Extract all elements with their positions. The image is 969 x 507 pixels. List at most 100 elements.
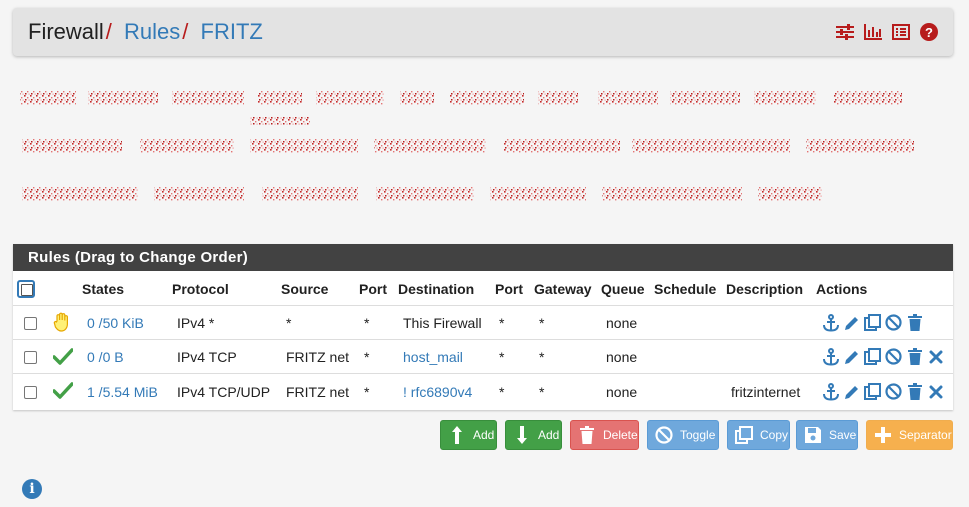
states-link[interactable]: 0 /0 B: [87, 349, 124, 365]
disable-icon[interactable]: [884, 347, 903, 366]
source: FRITZ net: [286, 349, 350, 365]
col-states: States: [82, 281, 125, 297]
select-all-checkbox[interactable]: [17, 280, 35, 298]
copy-icon[interactable]: [863, 347, 882, 366]
edit-icon[interactable]: [842, 347, 861, 366]
anchor-icon[interactable]: [821, 313, 840, 332]
disable-icon[interactable]: [884, 382, 903, 401]
list-icon[interactable]: [891, 22, 911, 42]
copy-label: Copy: [760, 428, 789, 442]
protocol: IPv4 TCP/UDP: [177, 384, 271, 400]
check-icon: [52, 347, 74, 370]
rules-panel: Rules (Drag to Change Order) States Prot…: [13, 244, 953, 410]
queue: none: [606, 315, 638, 331]
gateway: *: [539, 349, 545, 365]
trash-icon: [577, 425, 597, 445]
description: fritzinternet: [731, 384, 801, 400]
info-icon[interactable]: i: [22, 479, 42, 499]
states-link[interactable]: 0 /50 KiB: [87, 315, 144, 331]
toggle-label: Toggle: [680, 428, 716, 442]
hand-block-icon: [53, 312, 71, 337]
panel-title: Rules (Drag to Change Order): [13, 244, 953, 271]
source-port: *: [364, 315, 370, 331]
table-row[interactable]: 0 /50 KiB IPv4 * * * This Firewall * * n…: [13, 305, 953, 339]
add-bottom-label: Add: [538, 428, 560, 442]
row-checkbox[interactable]: [24, 351, 37, 364]
source: FRITZ net: [286, 384, 350, 400]
breadcrumb-bar: Firewall/ Rules/ FRITZ ?: [13, 8, 953, 56]
help-icon[interactable]: ?: [919, 22, 939, 42]
check-icon: [52, 381, 74, 404]
dest-port: *: [499, 315, 505, 331]
sliders-icon[interactable]: [835, 22, 855, 42]
breadcrumb-fritz[interactable]: FRITZ: [201, 19, 263, 44]
destination-link[interactable]: ! rfc6890v4: [403, 384, 472, 400]
col-port: Port: [495, 281, 523, 297]
delete-x-icon[interactable]: [926, 347, 945, 366]
arrow-up-icon: [447, 425, 467, 445]
row-checkbox[interactable]: [24, 317, 37, 330]
disable-icon: [654, 425, 674, 445]
copy-icon[interactable]: [863, 313, 882, 332]
trash-icon[interactable]: [905, 382, 924, 401]
dest-port: *: [499, 349, 505, 365]
dest-port: *: [499, 384, 505, 400]
col-source: Source: [281, 281, 329, 297]
queue: none: [606, 384, 638, 400]
copy-icon[interactable]: [863, 382, 882, 401]
arrow-down-icon: [512, 425, 532, 445]
queue: none: [606, 349, 638, 365]
source-port: *: [364, 349, 370, 365]
destination: This Firewall: [403, 315, 482, 331]
redacted-notice: [20, 91, 914, 201]
breadcrumb-separator: /: [182, 19, 189, 44]
separator-button[interactable]: Separator: [866, 420, 953, 450]
breadcrumb-firewall: Firewall: [28, 19, 104, 44]
plus-icon: [873, 425, 893, 445]
delete-label: Delete: [603, 428, 638, 442]
add-top-label: Add: [473, 428, 495, 442]
toggle-button[interactable]: Toggle: [647, 420, 719, 450]
col-queue: Queue: [601, 281, 645, 297]
breadcrumb-separator: /: [105, 19, 112, 44]
col-schedule: Schedule: [654, 281, 717, 297]
protocol: IPv4 TCP: [177, 349, 237, 365]
states-link[interactable]: 1 /5.54 MiB: [87, 384, 158, 400]
copy-icon: [734, 425, 754, 445]
anchor-icon[interactable]: [821, 347, 840, 366]
svg-text:?: ?: [925, 25, 933, 40]
row-checkbox[interactable]: [24, 386, 37, 399]
separator-label: Separator: [899, 428, 952, 442]
add-bottom-button[interactable]: Add: [505, 420, 562, 450]
breadcrumb: Firewall/ Rules/ FRITZ: [28, 20, 263, 44]
table-row[interactable]: 1 /5.54 MiB IPv4 TCP/UDP FRITZ net * ! r…: [13, 373, 953, 409]
copy-button[interactable]: Copy: [727, 420, 790, 450]
col-gateway: Gateway: [534, 281, 592, 297]
col-actions: Actions: [816, 281, 868, 297]
delete-button[interactable]: Delete: [570, 420, 639, 450]
source-port: *: [364, 384, 370, 400]
gateway: *: [539, 315, 545, 331]
trash-icon[interactable]: [905, 313, 924, 332]
add-top-button[interactable]: Add: [440, 420, 497, 450]
trash-icon[interactable]: [905, 347, 924, 366]
col-port: Port: [359, 281, 387, 297]
edit-icon[interactable]: [842, 313, 861, 332]
delete-x-icon[interactable]: [926, 382, 945, 401]
col-protocol: Protocol: [172, 281, 229, 297]
bar-chart-icon[interactable]: [863, 22, 883, 42]
protocol: IPv4 *: [177, 315, 215, 331]
save-icon: [803, 425, 823, 445]
col-destination: Destination: [398, 281, 475, 297]
source: *: [286, 315, 292, 331]
col-description: Description: [726, 281, 804, 297]
table-row[interactable]: 0 /0 B IPv4 TCP FRITZ net * host_mail * …: [13, 339, 953, 373]
edit-icon[interactable]: [842, 382, 861, 401]
destination-link[interactable]: host_mail: [403, 349, 463, 365]
disable-icon[interactable]: [884, 313, 903, 332]
anchor-icon[interactable]: [821, 382, 840, 401]
gateway: *: [539, 384, 545, 400]
breadcrumb-rules[interactable]: Rules: [124, 19, 180, 44]
save-button[interactable]: Save: [796, 420, 858, 450]
save-label: Save: [829, 428, 857, 442]
